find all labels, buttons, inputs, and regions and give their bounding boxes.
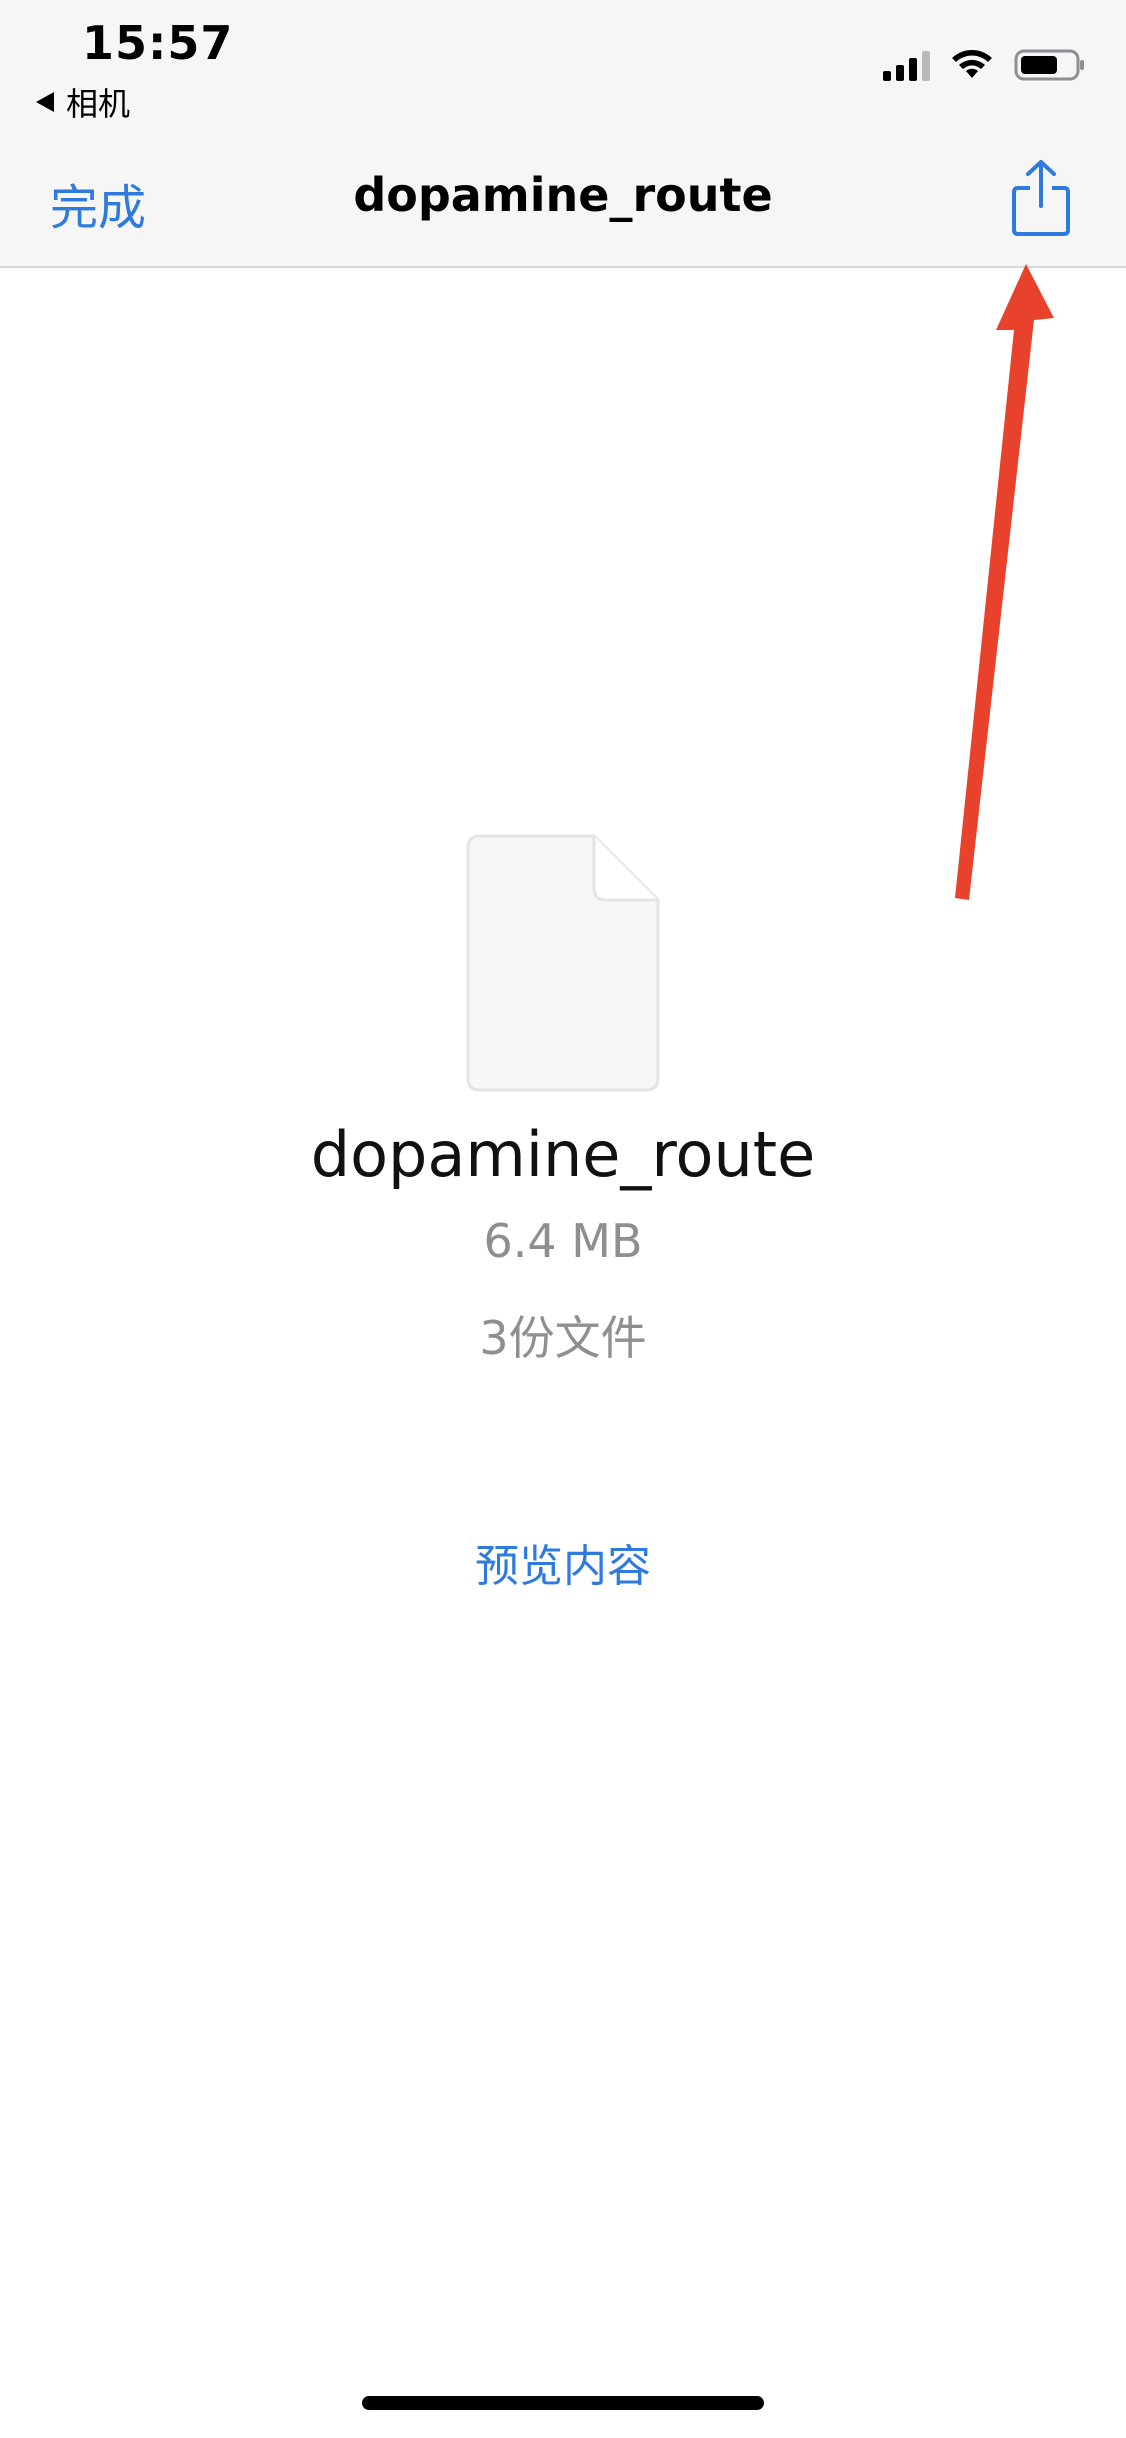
back-triangle-icon bbox=[36, 92, 54, 112]
cellular-signal-icon bbox=[883, 49, 930, 81]
battery-icon bbox=[1014, 49, 1084, 81]
share-icon[interactable] bbox=[1008, 158, 1074, 238]
header: 15:57 相机 完成 dopamine_route bbox=[0, 0, 1126, 268]
wifi-icon bbox=[952, 50, 992, 78]
status-time: 15:57 bbox=[82, 16, 234, 70]
preview-content-label: 预览内容 bbox=[475, 1541, 651, 1592]
nav-title: dopamine_route bbox=[353, 168, 773, 222]
file-size: 6.4 MB bbox=[483, 1214, 643, 1268]
back-to-app-link[interactable]: 相机 bbox=[36, 82, 131, 123]
file-count: 3份文件 bbox=[479, 1311, 647, 1365]
file-name: dopamine_route bbox=[310, 1118, 816, 1191]
home-indicator bbox=[362, 2396, 764, 2410]
status-icons bbox=[883, 48, 1086, 82]
file-preview-screen: 15:57 相机 完成 dopamine_route dopamine_rout… bbox=[0, 0, 1126, 2438]
back-app-label: 相机 bbox=[66, 85, 131, 123]
preview-content-link[interactable]: 预览内容 bbox=[0, 1530, 1126, 1594]
document-icon bbox=[466, 834, 660, 1092]
